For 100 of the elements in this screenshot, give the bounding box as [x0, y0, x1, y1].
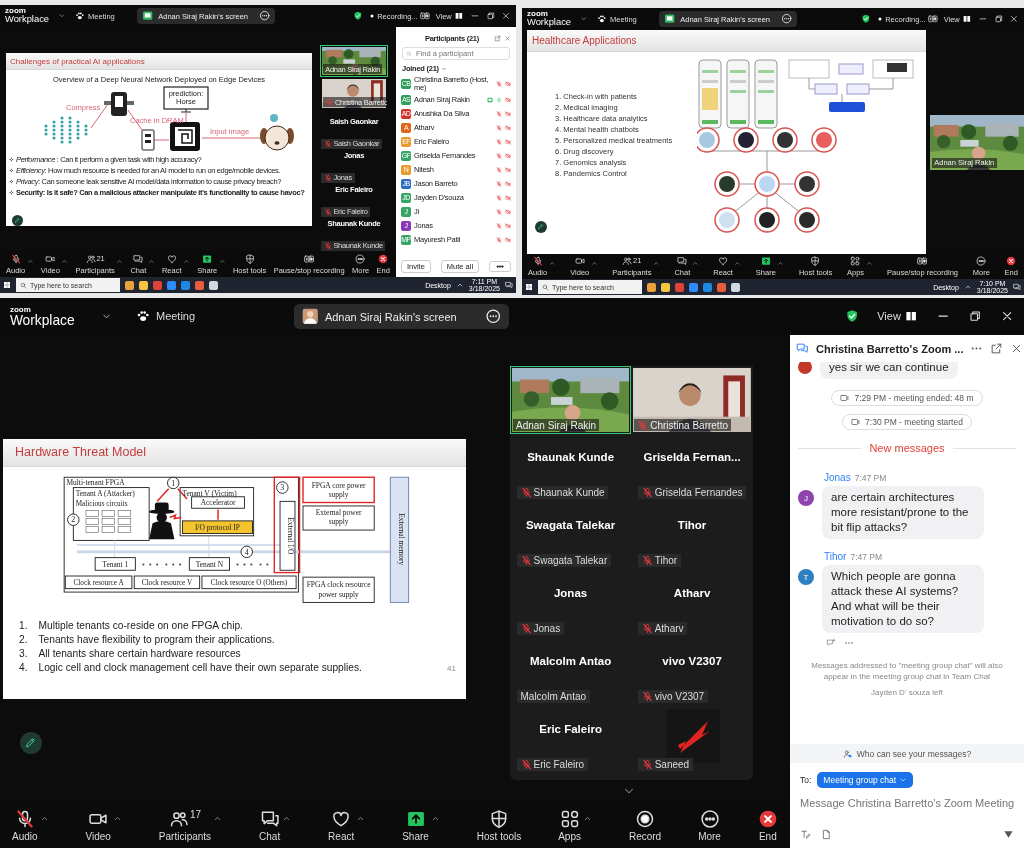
more-icon[interactable]: [258, 10, 270, 22]
muted-mic-icon: [641, 623, 653, 634]
paw-icon: [74, 11, 85, 21]
camera-icon: [840, 393, 851, 403]
muted-mic-icon[interactable]: [496, 166, 502, 173]
chat-icon[interactable]: [505, 281, 513, 289]
windows-icon[interactable]: [3, 281, 11, 289]
restore-icon[interactable]: [967, 309, 983, 324]
screen-share-pill[interactable]: Adnan Siraj Rakin's screen: [294, 304, 510, 329]
shield-icon: [353, 11, 363, 21]
video-off-icon[interactable]: [505, 152, 511, 159]
record-icon: [635, 808, 656, 829]
muted-mic-icon[interactable]: [496, 80, 502, 87]
diagram-label: supply: [328, 516, 349, 526]
react-button[interactable]: React: [328, 808, 355, 842]
muted-mic-icon[interactable]: [496, 194, 502, 201]
meeting-button[interactable]: Meeting: [136, 309, 196, 324]
share-button[interactable]: Share: [402, 808, 429, 842]
muted-mic-icon[interactable]: [496, 236, 502, 243]
video-off-icon[interactable]: [505, 96, 511, 103]
message-field[interactable]: Message Christina Barretto's Zoom Meeting: [790, 797, 1024, 809]
popout-icon[interactable]: [990, 342, 1004, 355]
sender-name[interactable]: Tihor: [824, 551, 847, 562]
apps-button[interactable]: Apps: [558, 808, 581, 842]
muted-mic-icon: [520, 759, 532, 770]
muted-mic-icon[interactable]: [496, 222, 502, 229]
more-icon[interactable]: [780, 13, 792, 25]
visibility-link[interactable]: Who can see your messages?: [790, 744, 1024, 763]
video-off-icon[interactable]: [505, 194, 511, 201]
search-icon: [20, 281, 27, 289]
annotate-button[interactable]: [20, 732, 42, 754]
annotate-button[interactable]: [12, 215, 23, 226]
diagram-label: Tenant A (Attacker): [75, 488, 135, 498]
sender-name[interactable]: Jonas: [824, 472, 851, 483]
muted-mic-icon[interactable]: [496, 152, 502, 159]
restore-icon[interactable]: [993, 14, 1004, 24]
end-icon: [757, 808, 778, 829]
participant-name: Christina Barretto: [650, 419, 728, 431]
video-off-icon[interactable]: [505, 166, 511, 173]
participant-title: Tihor: [677, 519, 707, 531]
caret-icon[interactable]: [963, 283, 972, 291]
video-off-icon[interactable]: [505, 124, 511, 131]
pause-stop-icon[interactable]: [419, 11, 430, 21]
pen-icon: [24, 736, 38, 750]
caret-icon[interactable]: [455, 281, 464, 289]
more-icon[interactable]: [485, 308, 502, 325]
participant-name: Tihor: [654, 555, 678, 566]
more-icon: [976, 256, 987, 267]
host-tools-button[interactable]: Host tools: [476, 808, 522, 842]
close-icon[interactable]: [1009, 14, 1019, 24]
video-off-icon[interactable]: [505, 222, 511, 229]
participants-button[interactable]: 17 Participants: [158, 808, 212, 842]
recipient-dropdown[interactable]: Meeting group chat: [817, 772, 914, 788]
format-icon[interactable]: [800, 829, 811, 840]
video-off-icon[interactable]: [505, 138, 511, 145]
add-reaction-icon[interactable]: [826, 638, 836, 648]
video-off-icon[interactable]: [505, 110, 511, 117]
avatar: [798, 362, 812, 374]
list-item: 4. Logic cell and clock management cell have their own separate supplies.: [19, 661, 363, 673]
muted-mic-icon[interactable]: [496, 138, 502, 145]
end-button[interactable]: End: [757, 808, 778, 842]
restore-icon[interactable]: [485, 11, 496, 21]
muted-mic-icon: [325, 98, 334, 107]
slide-title: Challenges of practical AI applications: [6, 53, 312, 70]
caret-icon[interactable]: [58, 12, 66, 20]
video-button[interactable]: Video: [85, 808, 111, 842]
record-button[interactable]: Record: [628, 808, 662, 842]
pause-stop-icon[interactable]: [927, 14, 938, 24]
chat-button[interactable]: Chat: [259, 808, 281, 842]
muted-mic-icon[interactable]: [496, 180, 502, 187]
slide-title: Healthcare Applications: [527, 30, 926, 52]
diagram-label: supply: [328, 489, 349, 499]
view-button[interactable]: View: [877, 309, 919, 324]
windows-icon[interactable]: [525, 283, 533, 291]
person-icon: [842, 748, 853, 759]
camera-icon: [851, 417, 862, 427]
video-off-icon[interactable]: [505, 236, 511, 243]
pause-stop-icon: [304, 254, 315, 265]
muted-mic-icon: [323, 241, 332, 250]
muted-mic-icon[interactable]: [496, 110, 502, 117]
audio-button[interactable]: Audio: [12, 808, 38, 842]
chat-icon[interactable]: [1013, 283, 1021, 291]
send-icon[interactable]: [1003, 829, 1014, 840]
muted-mic-icon[interactable]: [496, 124, 502, 131]
file-icon[interactable]: [821, 829, 832, 840]
caret-icon: [899, 776, 908, 784]
muted-mic-icon: [520, 555, 532, 566]
avatar: J: [798, 490, 814, 506]
caret-icon[interactable]: [580, 15, 588, 23]
more-button[interactable]: [489, 261, 511, 272]
video-off-icon[interactable]: [505, 208, 511, 215]
more-icon: [495, 263, 505, 270]
muted-mic-icon[interactable]: [496, 208, 502, 215]
close-icon[interactable]: [501, 11, 511, 21]
video-off-icon[interactable]: [505, 180, 511, 187]
more-icon: [699, 808, 720, 829]
more-button[interactable]: More: [698, 808, 721, 842]
heart-icon: [718, 256, 729, 267]
video-off-icon[interactable]: [505, 80, 511, 87]
chat-title: Christina Barretto's Zoom ...: [816, 342, 964, 355]
